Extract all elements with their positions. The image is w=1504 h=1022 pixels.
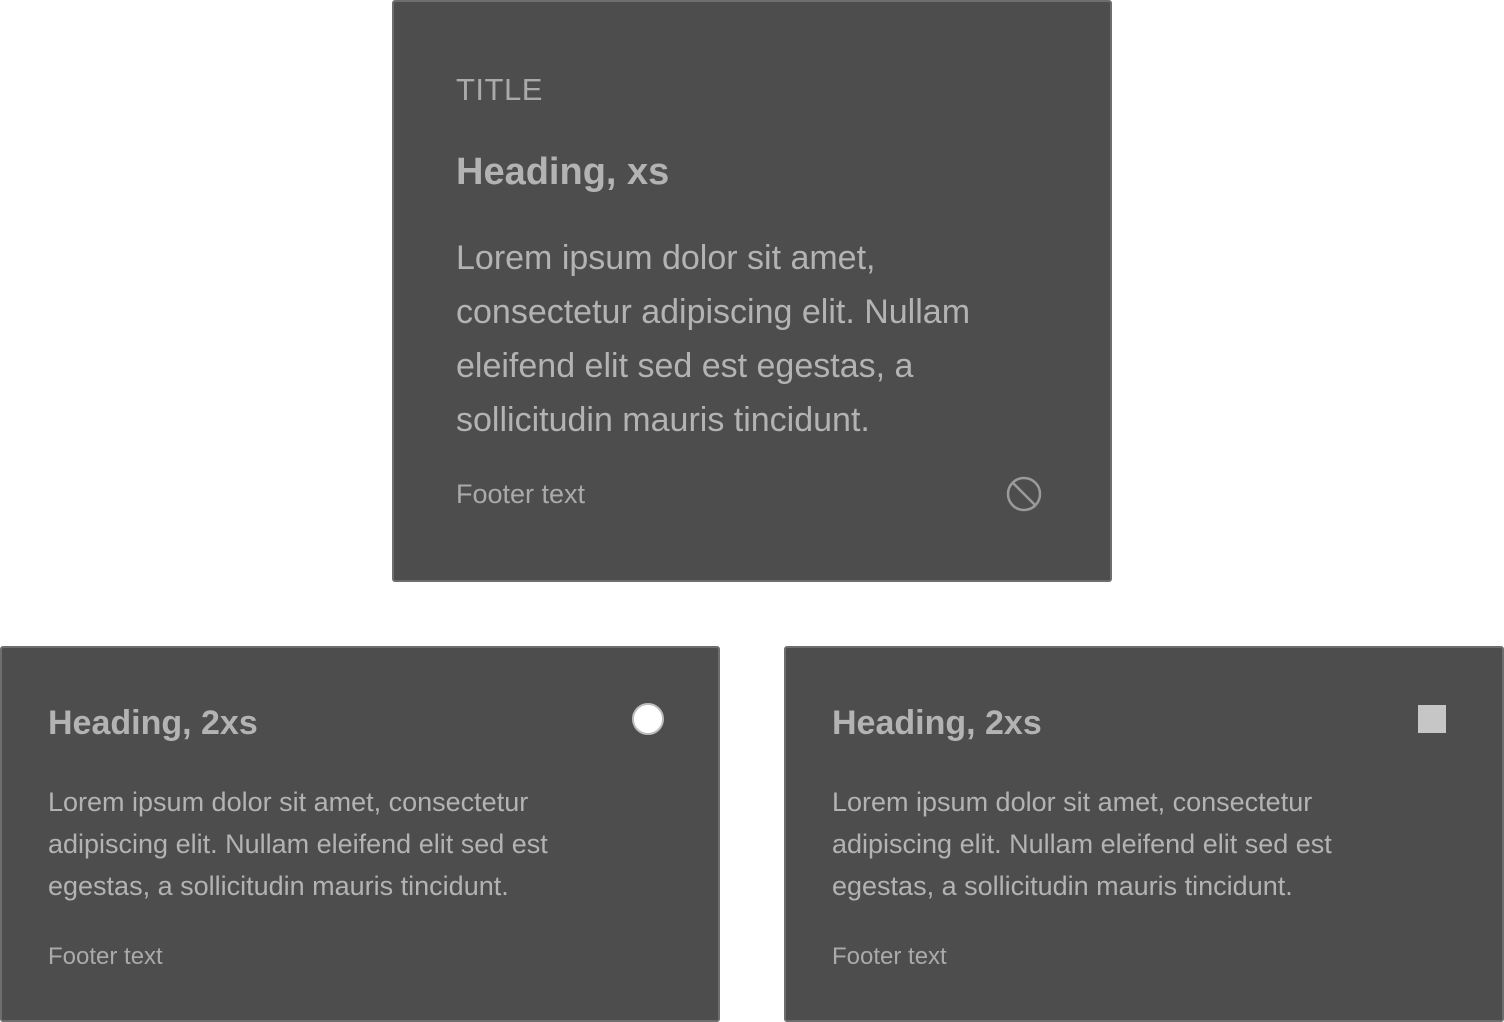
radio-button[interactable] <box>632 703 664 735</box>
card-footer-text: Footer text <box>48 943 163 970</box>
card-footer-text: Footer text <box>456 479 586 509</box>
card-body-text: Lorem ipsum dolor sit amet, consectetur … <box>456 239 971 439</box>
card-body-text: Lorem ipsum dolor sit amet, consectetur … <box>48 787 548 901</box>
card-featured[interactable]: TITLE Heading, xs Lorem ipsum dolor sit … <box>392 0 1112 582</box>
block-icon[interactable] <box>1006 476 1042 512</box>
card-radio-selectable[interactable]: Heading, 2xs Lorem ipsum dolor sit amet,… <box>0 646 720 1022</box>
checkbox[interactable] <box>1418 705 1446 733</box>
card-eyebrow-title: TITLE <box>456 72 543 107</box>
card-heading: Heading, 2xs <box>48 704 258 742</box>
card-body-text: Lorem ipsum dolor sit amet, consectetur … <box>832 787 1332 901</box>
card-footer-text: Footer text <box>832 943 947 970</box>
card-heading: Heading, xs <box>456 151 670 193</box>
card-heading: Heading, 2xs <box>832 704 1042 742</box>
card-checkbox-selectable[interactable]: Heading, 2xs Lorem ipsum dolor sit amet,… <box>784 646 1504 1022</box>
